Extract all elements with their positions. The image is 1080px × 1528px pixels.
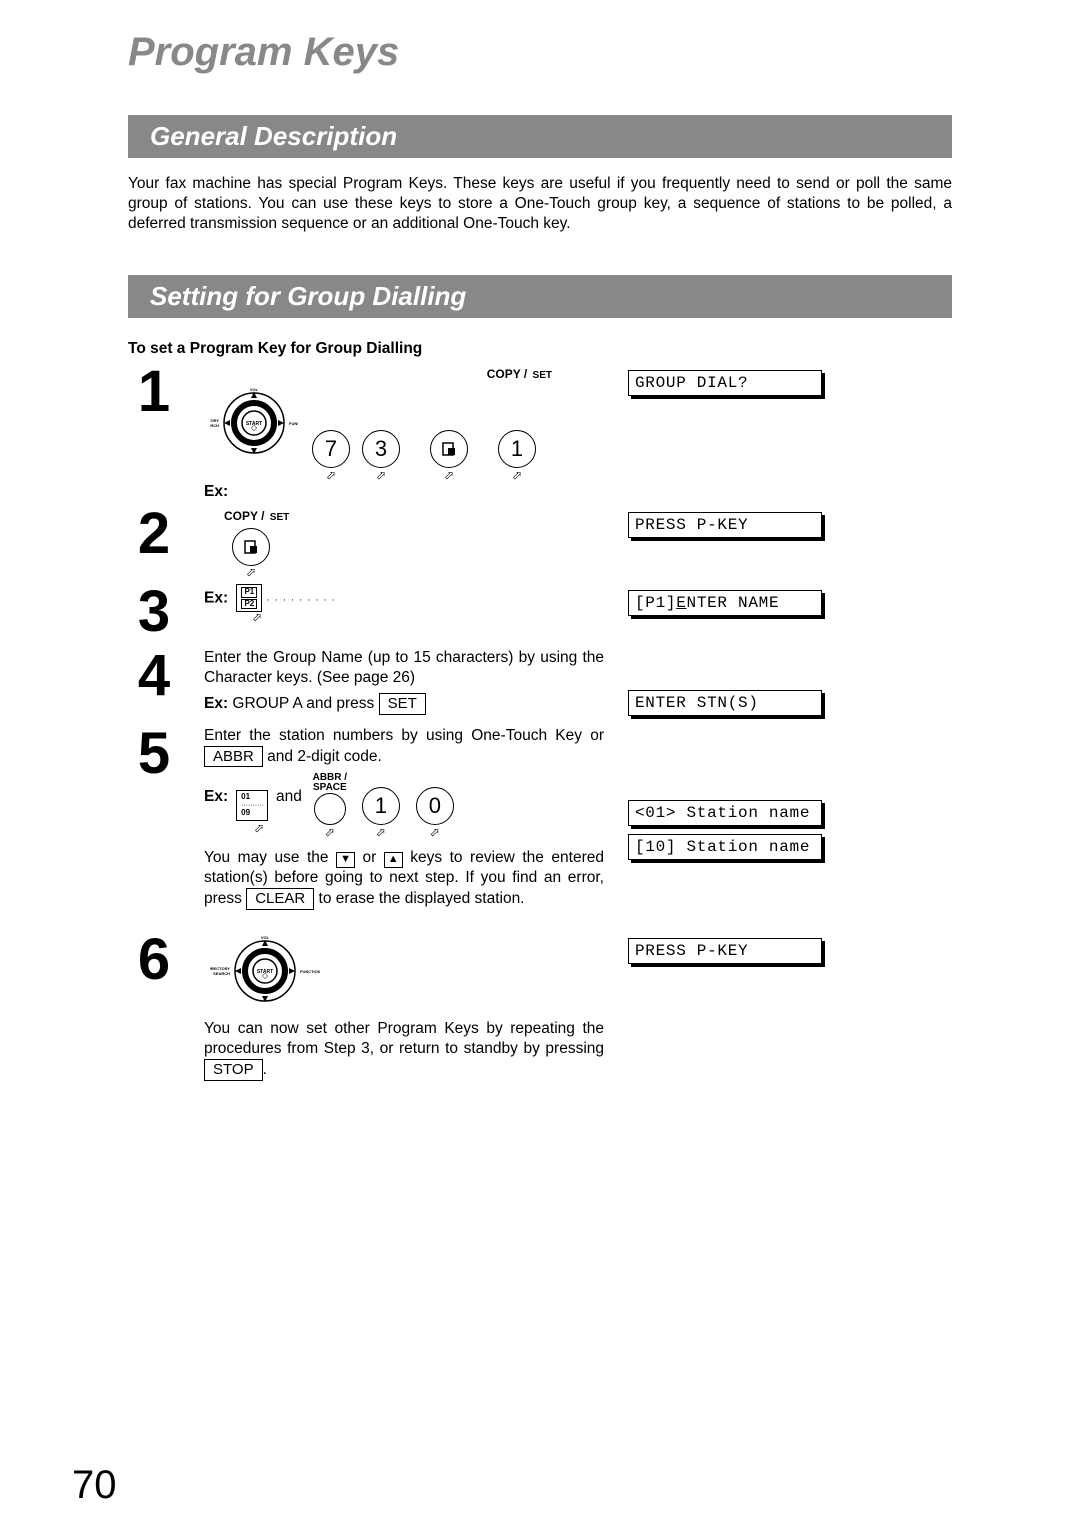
step-5-display-2: [10] Station name bbox=[628, 834, 822, 860]
groupdial-subheading: To set a Program Key for Group Dialling bbox=[128, 340, 952, 358]
step-1-display: GROUP DIAL? bbox=[628, 370, 822, 396]
key-abbr: ⬀ bbox=[314, 793, 346, 825]
step-5-display-1: <01> Station name bbox=[628, 800, 822, 826]
general-body: Your fax machine has special Program Key… bbox=[128, 174, 952, 233]
step-6-body: START ◇ VOL DIRECTORY SEARCH FUNCTION Yo… bbox=[204, 932, 604, 1081]
doc-icon bbox=[243, 539, 259, 555]
onetouch-block: 01 · · · · · · · · · · 09 bbox=[236, 790, 268, 821]
key-copyset-2: ⬀ bbox=[232, 528, 270, 566]
key-copyset-1: ⬀ bbox=[430, 430, 468, 468]
stop-key: STOP bbox=[204, 1059, 263, 1081]
press-icon: ⬀ bbox=[246, 565, 256, 580]
step-6-display: PRESS P-KEY bbox=[628, 938, 822, 964]
key-0: 0⬀ bbox=[416, 787, 454, 825]
step-2-display: PRESS P-KEY bbox=[628, 512, 822, 538]
nav-dial-icon: START ◇ VOL DIRECTORY SEARCH FUNCTION bbox=[210, 386, 298, 466]
svg-text:SEARCH: SEARCH bbox=[213, 971, 230, 976]
down-arrow-key: ▼ bbox=[336, 852, 355, 867]
step-3-ex: Ex: bbox=[204, 589, 228, 606]
page-title: Program Keys bbox=[128, 30, 952, 75]
press-icon: ⬀ bbox=[204, 821, 604, 836]
press-icon: ⬀ bbox=[376, 468, 386, 483]
step-1-ex: Ex: bbox=[204, 482, 604, 502]
step-4-display: ENTER STN(S) bbox=[628, 690, 822, 716]
svg-text:FUNCTION: FUNCTION bbox=[289, 421, 298, 426]
p-keys-block: P1 P2 bbox=[236, 584, 262, 613]
svg-text:◇: ◇ bbox=[262, 971, 269, 980]
nav-dial-icon-2: START ◇ VOL DIRECTORY SEARCH FUNCTION bbox=[210, 932, 320, 1016]
key-1b: 1⬀ bbox=[362, 787, 400, 825]
svg-text:VOL: VOL bbox=[261, 935, 270, 940]
doc-icon bbox=[441, 441, 457, 457]
press-icon: ⬀ bbox=[444, 468, 454, 483]
step-4-number: 4 bbox=[128, 648, 180, 722]
up-arrow-key: ▲ bbox=[384, 852, 403, 867]
abbr-key: ABBR bbox=[204, 746, 263, 768]
step-4-body: Enter the Group Name (up to 15 character… bbox=[204, 648, 604, 722]
press-icon: ⬀ bbox=[325, 825, 335, 840]
press-icon: ⬀ bbox=[512, 468, 522, 483]
step-2-number: 2 bbox=[128, 506, 180, 580]
press-icon: ⬀ bbox=[430, 825, 440, 840]
press-icon: ⬀ bbox=[204, 610, 604, 625]
press-icon: ⬀ bbox=[326, 468, 336, 483]
dots-icon: · · · · · · · · · bbox=[267, 594, 336, 605]
page-number: 70 bbox=[72, 1463, 117, 1508]
key-3: 3⬀ bbox=[362, 430, 400, 468]
step-6-number: 6 bbox=[128, 932, 180, 1081]
step-5-body: Enter the station numbers by using One-T… bbox=[204, 726, 604, 928]
section-groupdial-heading: Setting for Group Dialling bbox=[128, 275, 952, 318]
step-4-ex: Ex: bbox=[204, 695, 228, 712]
svg-text:◇: ◇ bbox=[251, 423, 258, 432]
step-1-body: COPY / SET START ◇ VOL DIRECTORY SEARCH bbox=[204, 364, 604, 501]
copy-set-label-2: COPY / SET bbox=[224, 509, 289, 523]
key-1: 1⬀ bbox=[498, 430, 536, 468]
key-7: 7⬀ bbox=[312, 430, 350, 468]
step-1-number: 1 bbox=[128, 364, 180, 501]
press-icon: ⬀ bbox=[376, 825, 386, 840]
svg-text:FUNCTION: FUNCTION bbox=[300, 969, 320, 974]
copy-set-label: COPY / SET bbox=[487, 367, 552, 381]
step-2-body: COPY / SET ⬀ bbox=[204, 506, 604, 580]
step-5-number: 5 bbox=[128, 726, 180, 928]
svg-text:SEARCH: SEARCH bbox=[210, 423, 219, 428]
svg-text:VOL: VOL bbox=[250, 387, 259, 392]
section-general-heading: General Description bbox=[128, 115, 952, 158]
step-3-body: Ex: P1 P2 · · · · · · · · · ⬀ bbox=[204, 584, 604, 644]
step-5-ex: Ex: bbox=[204, 787, 228, 807]
set-key: SET bbox=[379, 693, 426, 715]
clear-key: CLEAR bbox=[246, 888, 314, 910]
step-3-number: 3 bbox=[128, 584, 180, 644]
step-3-display: [P1]ENTER NAME bbox=[628, 590, 822, 616]
